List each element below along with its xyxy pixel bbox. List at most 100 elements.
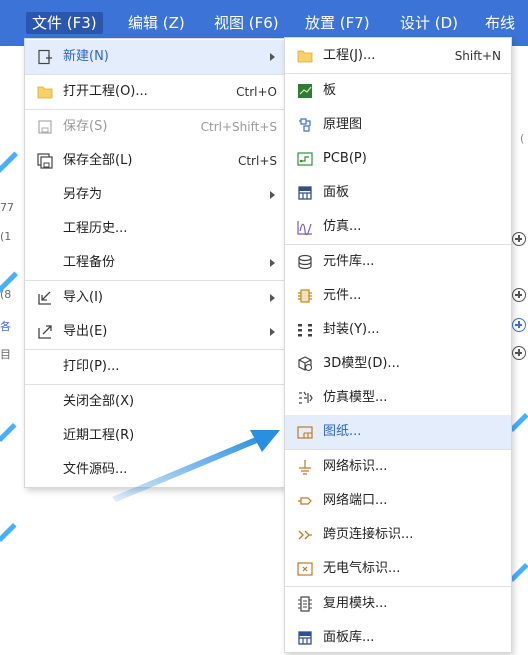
menu-item-save-as[interactable]: 另存为 bbox=[25, 178, 287, 212]
folder-icon bbox=[297, 50, 313, 63]
menu-item-file-source[interactable]: 文件源码... bbox=[25, 453, 287, 487]
menu-item-project-history[interactable]: 工程历史... bbox=[25, 212, 287, 246]
menu-item-label: 近期工程(R) bbox=[63, 428, 135, 443]
submenu-item-panel-library[interactable]: 面板库... bbox=[285, 621, 511, 655]
new-file-icon bbox=[38, 49, 52, 65]
menu-item-label: PCB(P) bbox=[323, 151, 367, 166]
menu-item-save-all[interactable]: 保存全部(L) Ctrl+S bbox=[25, 144, 287, 178]
submenu-item-simulation[interactable]: 仿真... bbox=[285, 210, 511, 244]
shortcut-text: Ctrl+O bbox=[236, 85, 277, 99]
menu-item-label: 仿真... bbox=[323, 219, 362, 234]
menu-design[interactable]: 设计 (D) bbox=[400, 12, 458, 34]
menu-place[interactable]: 放置 (F7) bbox=[305, 12, 370, 34]
submenu-item-board[interactable]: 板 bbox=[285, 74, 511, 108]
background-text: 77 bbox=[0, 201, 14, 214]
menu-item-label: 导入(I) bbox=[63, 290, 103, 305]
submenu-item-no-connect[interactable]: 无电气标识... bbox=[285, 552, 511, 586]
panel-library-icon bbox=[298, 631, 312, 645]
submenu-arrow-icon bbox=[270, 191, 275, 199]
component-icon bbox=[298, 289, 312, 303]
menu-item-label: 打印(P)... bbox=[63, 359, 120, 374]
submenu-item-sim-model[interactable]: 仿真模型... bbox=[285, 381, 511, 415]
panel-icon bbox=[298, 186, 312, 200]
reuse-block-icon bbox=[298, 596, 312, 612]
background-text: 各 bbox=[0, 320, 11, 333]
menu-route[interactable]: 布线 bbox=[485, 12, 515, 34]
import-icon bbox=[38, 291, 51, 305]
net-label-icon bbox=[299, 460, 311, 475]
background-text: (1 bbox=[0, 230, 12, 243]
add-icon[interactable] bbox=[512, 318, 526, 332]
menu-item-recent-projects[interactable]: 近期工程(R) bbox=[25, 419, 287, 453]
menu-item-open-project[interactable]: 打开工程(O)... Ctrl+O bbox=[25, 75, 287, 109]
save-all-icon bbox=[37, 153, 53, 169]
drawing-sheet-icon bbox=[297, 426, 313, 439]
submenu-arrow-icon bbox=[270, 432, 275, 440]
submenu-item-pcb[interactable]: PCB(P) bbox=[285, 142, 511, 176]
menu-item-label: 导出(E) bbox=[63, 324, 108, 339]
submenu-item-project[interactable]: 工程(J)... Shift+N bbox=[285, 39, 511, 73]
submenu-item-panel[interactable]: 面板 bbox=[285, 176, 511, 210]
menu-item-label: 新建(N) bbox=[63, 49, 109, 64]
menu-item-label: 保存(S) bbox=[63, 119, 108, 134]
shortcut-text: Ctrl+S bbox=[237, 154, 277, 168]
menu-item-label: 元件库... bbox=[323, 254, 375, 269]
background-text: ( bbox=[520, 132, 525, 145]
submenu-item-off-page[interactable]: 跨页连接标识... bbox=[285, 518, 511, 552]
background-text: 目 bbox=[0, 348, 11, 361]
submenu-item-footprint[interactable]: 封装(Y)... bbox=[285, 313, 511, 347]
menu-item-label: 网络标识... bbox=[323, 459, 388, 474]
add-icon[interactable] bbox=[512, 288, 526, 302]
menu-item-label: 封装(Y)... bbox=[323, 322, 380, 337]
menu-item-label: 面板 bbox=[323, 185, 350, 200]
menu-item-label: 复用模块... bbox=[323, 596, 388, 611]
menu-item-label: 面板库... bbox=[323, 630, 375, 645]
no-connect-icon bbox=[297, 562, 313, 576]
add-icon[interactable] bbox=[512, 232, 526, 246]
menu-item-label: 无电气标识... bbox=[323, 561, 401, 576]
menu-file[interactable]: 文件 (F3) bbox=[26, 12, 103, 34]
add-icon[interactable] bbox=[512, 346, 526, 360]
submenu-item-component[interactable]: 元件... bbox=[285, 279, 511, 313]
menu-item-label: 3D模型(D)... bbox=[323, 356, 400, 371]
file-menu: 新建(N) 打开工程(O)... Ctrl+O 保存(S) Ctrl+Shift… bbox=[24, 38, 288, 488]
submenu-item-drawing-sheet[interactable]: 图纸... bbox=[285, 415, 511, 449]
menu-view[interactable]: 视图 (F6) bbox=[214, 12, 279, 34]
schematic-icon bbox=[299, 118, 311, 132]
net-port-icon bbox=[298, 497, 312, 505]
submenu-item-schematic[interactable]: 原理图 bbox=[285, 108, 511, 142]
menu-item-label: 跨页连接标识... bbox=[323, 527, 414, 542]
menu-item-project-backup[interactable]: 工程备份 bbox=[25, 246, 287, 280]
menu-item-print[interactable]: 打印(P)... bbox=[25, 350, 287, 384]
save-icon bbox=[38, 120, 52, 134]
submenu-item-3d-model[interactable]: 3D模型(D)... bbox=[285, 347, 511, 381]
menu-item-export[interactable]: 导出(E) bbox=[25, 315, 287, 349]
submenu-item-library[interactable]: 元件库... bbox=[285, 245, 511, 279]
menu-item-label: 原理图 bbox=[323, 117, 363, 132]
off-page-icon bbox=[298, 530, 312, 540]
folder-icon bbox=[37, 86, 53, 99]
pcb-icon bbox=[297, 152, 313, 166]
library-icon bbox=[298, 254, 312, 270]
footprint-icon bbox=[298, 324, 312, 337]
submenu-item-net-port[interactable]: 网络端口... bbox=[285, 484, 511, 518]
submenu-item-net-label[interactable]: 网络标识... bbox=[285, 450, 511, 484]
menu-item-label: 板 bbox=[323, 83, 337, 98]
menu-item-label: 工程(J)... bbox=[323, 48, 376, 63]
menu-item-close-all[interactable]: 关闭全部(X) bbox=[25, 385, 287, 419]
submenu-item-reuse-block[interactable]: 复用模块... bbox=[285, 587, 511, 621]
submenu-arrow-icon bbox=[270, 259, 275, 267]
simulation-icon bbox=[297, 221, 312, 235]
3d-model-icon bbox=[298, 356, 313, 372]
menu-edit[interactable]: 编辑 (Z) bbox=[128, 12, 185, 34]
menu-item-label: 关闭全部(X) bbox=[63, 394, 135, 409]
submenu-arrow-icon bbox=[270, 53, 275, 61]
menu-item-import[interactable]: 导入(I) bbox=[25, 281, 287, 315]
shortcut-text: Ctrl+Shift+S bbox=[200, 120, 277, 134]
menu-item-new[interactable]: 新建(N) bbox=[25, 40, 287, 74]
menu-item-label: 文件源码... bbox=[63, 462, 128, 477]
submenu-arrow-icon bbox=[270, 294, 275, 302]
shortcut-text: Shift+N bbox=[454, 49, 501, 63]
export-icon bbox=[38, 325, 52, 339]
menu-item-save[interactable]: 保存(S) Ctrl+Shift+S bbox=[25, 110, 287, 144]
